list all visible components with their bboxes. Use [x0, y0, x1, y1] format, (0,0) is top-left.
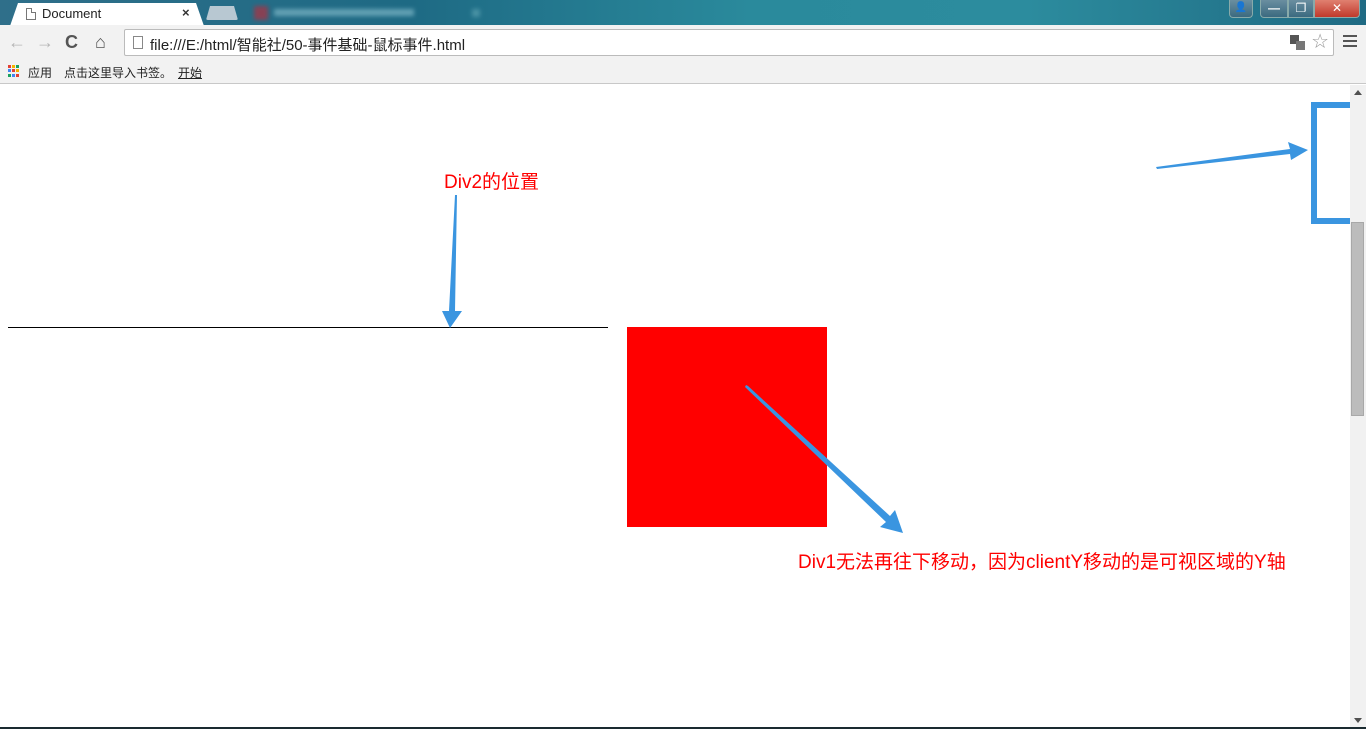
- back-arrow-icon[interactable]: ←: [8, 33, 26, 51]
- div1-explanation-annotation: Div1无法再往下移动，因为clientY移动的是可视区域的Y轴: [798, 552, 1286, 573]
- apps-grid-dot: [8, 65, 11, 68]
- browser-toolbar: ← → C ⌂ file:///E:/html/智能社/50-事件基础-鼠标事件…: [0, 25, 1366, 60]
- apps-grid-dot: [12, 65, 15, 68]
- vertical-scrollbar[interactable]: [1350, 85, 1366, 728]
- apps-grid-dot: [12, 69, 15, 73]
- div1-red-box[interactable]: [627, 327, 827, 527]
- browser-title-bar: Document × 👤 — ❐ ✕: [0, 0, 1366, 26]
- home-icon[interactable]: ⌂: [95, 33, 106, 51]
- apps-grid-dot: [16, 65, 19, 68]
- address-url[interactable]: file:///E:/html/智能社/50-事件基础-鼠标事件.html: [150, 34, 465, 55]
- tab-close-icon[interactable]: ×: [182, 5, 190, 20]
- div2-position-annotation: Div2的位置: [444, 172, 540, 193]
- div2-line: [8, 327, 608, 328]
- apps-grid-icon[interactable]: [8, 65, 20, 77]
- apps-grid-dot: [8, 73, 11, 77]
- tab-background-blurred[interactable]: [252, 5, 492, 21]
- apps-grid-dot: [16, 69, 19, 73]
- user-icon: 👤: [1234, 2, 1248, 13]
- translate-icon[interactable]: [1290, 35, 1305, 50]
- bookmark-apps[interactable]: 应用: [28, 64, 52, 81]
- address-bar[interactable]: file:///E:/html/智能社/50-事件基础-鼠标事件.html ☆: [124, 29, 1334, 56]
- scrollbar-highlight-box: [1311, 102, 1350, 224]
- scroll-up-arrow-icon[interactable]: [1354, 90, 1362, 95]
- minimize-button[interactable]: —: [1260, 0, 1288, 18]
- arrow-down-to-div2: [442, 195, 462, 328]
- bookmark-start[interactable]: 开始: [178, 64, 202, 81]
- page-icon: [133, 36, 143, 49]
- page-viewport: Div2的位置 Div1无法再往下移动，因为clientY移动的是可视区域的Y轴: [0, 85, 1350, 728]
- close-window-button[interactable]: ✕: [1314, 0, 1360, 18]
- scroll-down-arrow-icon[interactable]: [1354, 718, 1362, 723]
- blurred-tab-title: [274, 9, 414, 16]
- page-icon: [26, 8, 36, 20]
- tab-close-icon[interactable]: [472, 9, 480, 17]
- forward-arrow-icon[interactable]: →: [36, 33, 54, 51]
- tab-document[interactable]: Document ×: [10, 3, 204, 26]
- bookmark-import[interactable]: 点击这里导入书签。: [64, 64, 172, 81]
- close-icon: ✕: [1331, 1, 1343, 15]
- minimize-icon: —: [1268, 1, 1280, 15]
- chrome-menu-icon[interactable]: [1343, 35, 1357, 47]
- arrow-to-scrollbar: [1156, 142, 1308, 169]
- restore-icon: ❐: [1295, 1, 1307, 15]
- bookmarks-bar: 应用 点击这里导入书签。 开始: [0, 60, 1366, 84]
- new-tab-button[interactable]: [206, 6, 238, 20]
- scrollbar-thumb[interactable]: [1351, 222, 1364, 416]
- reload-icon[interactable]: C: [65, 33, 78, 51]
- bookmark-star-icon[interactable]: ☆: [1311, 31, 1329, 53]
- maximize-button[interactable]: ❐: [1288, 0, 1314, 18]
- apps-grid-dot: [12, 73, 15, 77]
- apps-grid-dot: [8, 69, 11, 73]
- apps-grid-dot: [16, 73, 19, 77]
- user-profile-button[interactable]: 👤: [1229, 0, 1253, 18]
- favicon-icon: [254, 6, 268, 20]
- tab-title: Document: [42, 6, 102, 21]
